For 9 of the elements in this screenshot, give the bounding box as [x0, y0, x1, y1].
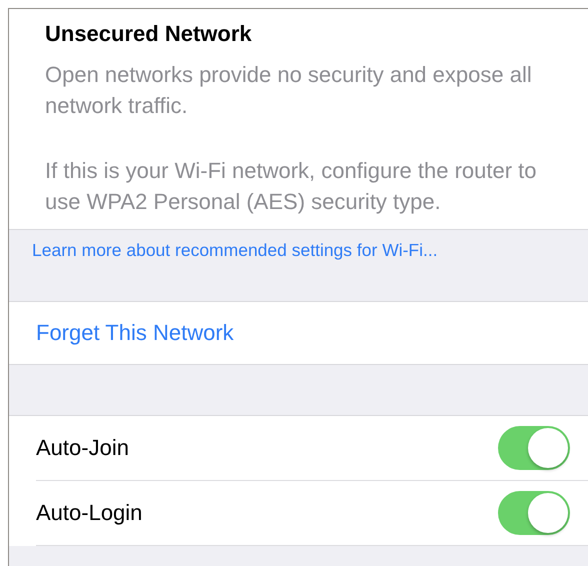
forget-network-button[interactable]: Forget This Network: [9, 301, 588, 365]
description-text: If this is your Wi-Fi network, configure the router to use WPA2 Personal (AES) security type.: [45, 157, 538, 216]
toggle-switch[interactable]: [498, 426, 570, 470]
learn-more-link[interactable]: Learn more about recommended settings for Wi-Fi...: [32, 240, 438, 260]
description-text: Open networks provide no security and expose all network traffic.: [45, 61, 533, 120]
toggle-switch[interactable]: [498, 491, 570, 535]
setting-label: Auto-Login: [36, 500, 142, 526]
section-title: Unsecured Network: [45, 21, 253, 47]
setting-label: Auto-Join: [36, 435, 129, 461]
